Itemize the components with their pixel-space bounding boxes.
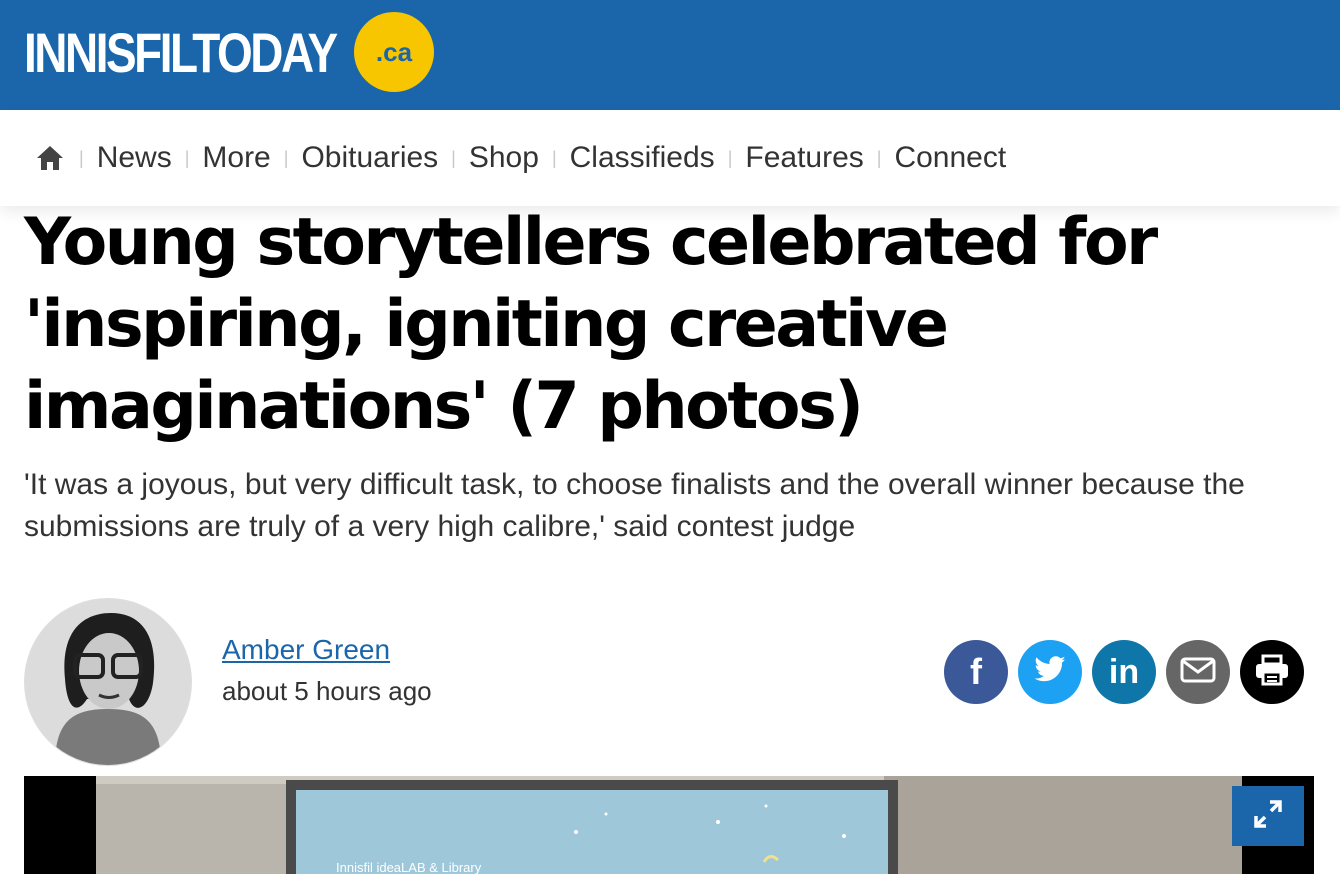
print-button[interactable]: [1240, 640, 1304, 704]
nav-item-obituaries[interactable]: Obituaries: [301, 141, 438, 175]
author-link[interactable]: Amber Green: [222, 634, 390, 666]
nav-separator: |: [451, 147, 456, 168]
facebook-icon: f: [970, 651, 982, 692]
facebook-share-button[interactable]: f: [944, 640, 1008, 704]
nav-separator: |: [876, 147, 882, 168]
main-nav: | News | More | Obituaries | Shop | Clas…: [0, 110, 1340, 206]
nav-separator: |: [727, 147, 733, 168]
site-logo[interactable]: INNISFILTODAY .ca: [24, 12, 434, 92]
site-header: INNISFILTODAY .ca: [0, 0, 1340, 110]
nav-item-features[interactable]: Features: [745, 141, 863, 175]
nav-separator: |: [79, 147, 84, 168]
linkedin-icon: in: [1108, 652, 1140, 691]
logo-text: INNISFILTODAY: [24, 20, 338, 84]
publish-time: about 5 hours ago: [222, 676, 432, 706]
nav-item-classifieds[interactable]: Classifieds: [570, 141, 715, 175]
author-avatar[interactable]: [24, 598, 192, 766]
nav-separator: |: [184, 147, 190, 168]
logo-badge: .ca: [354, 12, 434, 92]
headline-line: Young storytellers celebrated for: [24, 205, 1158, 280]
email-icon: [1180, 657, 1216, 688]
article-photo[interactable]: Innisfil ideaLAB & Library: [24, 776, 1314, 874]
nav-separator: |: [283, 147, 289, 168]
nav-separator: |: [551, 147, 557, 168]
article-dek: 'It was a joyous, but very difficult tas…: [24, 468, 1245, 543]
nav-item-more[interactable]: More: [202, 141, 270, 175]
article-headline: Young storytellers celebrated for 'inspi…: [24, 202, 1314, 448]
expand-photo-button[interactable]: [1232, 786, 1304, 846]
home-icon[interactable]: [34, 142, 66, 174]
headline-line: imaginations' (7 photos): [24, 369, 864, 444]
twitter-share-button[interactable]: [1018, 640, 1082, 704]
email-share-button[interactable]: [1166, 640, 1230, 704]
twitter-icon: [1033, 655, 1067, 689]
nav-item-connect[interactable]: Connect: [894, 141, 1006, 175]
linkedin-share-button[interactable]: in: [1092, 640, 1156, 704]
print-icon: [1254, 654, 1290, 691]
nav-item-shop[interactable]: Shop: [469, 141, 539, 175]
expand-icon: [1252, 798, 1284, 835]
headline-line: 'inspiring, igniting creative: [24, 287, 949, 362]
nav-item-news[interactable]: News: [97, 141, 172, 175]
photo-screen-text: Innisfil ideaLAB & Library: [336, 860, 482, 874]
